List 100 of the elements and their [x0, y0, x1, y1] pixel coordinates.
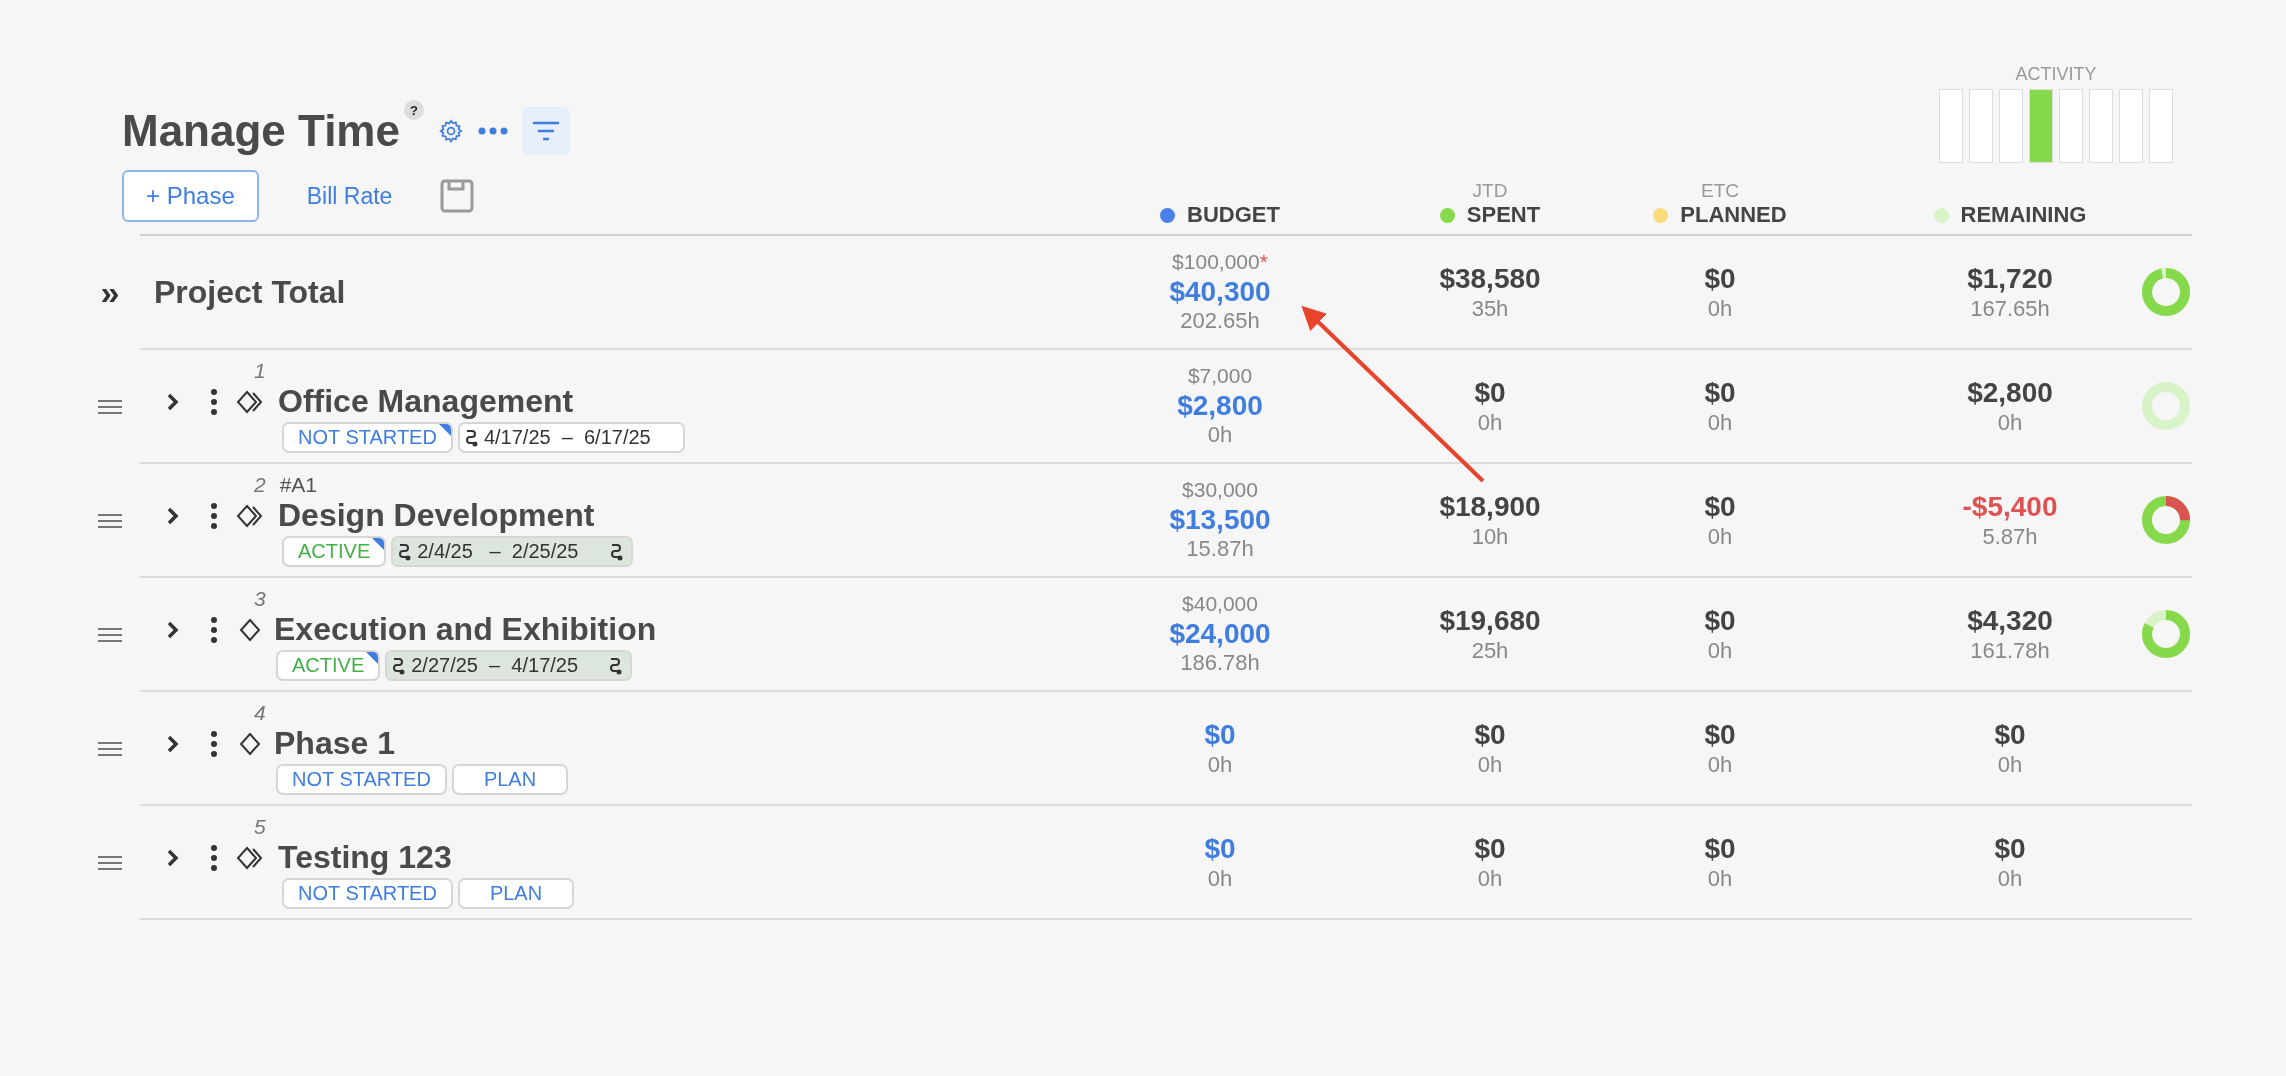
save-icon[interactable]: [440, 179, 475, 213]
date-range-badge[interactable]: 2/4/25 – 2/25/25: [391, 536, 633, 567]
drag-handle-icon[interactable]: [98, 855, 122, 871]
plan-badge[interactable]: PLAN: [457, 878, 575, 909]
diamond-icon: [239, 617, 261, 642]
column-sublabel: JTD: [1472, 180, 1508, 202]
status-badge[interactable]: ACTIVE: [282, 536, 387, 567]
amount: $4,320: [1967, 604, 2053, 638]
hours: 0h: [1997, 751, 2023, 778]
phase-number: 2: [254, 473, 266, 497]
budget-cap: $30,000: [1182, 477, 1258, 503]
expand-all-toggle[interactable]: »: [100, 272, 120, 312]
help-badge[interactable]: ?: [403, 100, 424, 120]
page-title: Manage Time: [122, 106, 400, 156]
diamond-icon: [239, 731, 261, 756]
amount: $0: [1474, 376, 1506, 410]
amount[interactable]: $0: [1204, 832, 1236, 866]
hours: 0h: [1477, 409, 1503, 436]
drag-handle-icon[interactable]: [98, 513, 122, 529]
chevron-right-icon[interactable]: [166, 505, 180, 526]
hours: 202.65h: [1180, 308, 1260, 335]
budget-cap: $7,000: [1187, 363, 1253, 389]
column-header: SPENT: [1466, 202, 1541, 228]
route-icon: [608, 655, 623, 676]
phase-number: 1: [254, 359, 266, 383]
amount[interactable]: $2,800: [1177, 388, 1263, 423]
hours: 167.65h: [1970, 295, 2050, 322]
amount: $0: [1704, 376, 1736, 410]
status-badge[interactable]: NOT STARTED: [276, 764, 447, 795]
bill-rate-link[interactable]: Bill Rate: [306, 182, 393, 210]
column-sublabel: ETC: [1701, 180, 1739, 202]
hours: 5.87h: [1982, 523, 2038, 550]
route-icon: [608, 541, 623, 562]
phase-name[interactable]: Execution and Exhibition: [274, 611, 1100, 648]
project-total-label: Project Total: [153, 273, 347, 311]
chevron-right-icon[interactable]: [166, 733, 180, 754]
amount: $38,580: [1439, 262, 1541, 296]
phase-code: #A1: [279, 473, 318, 497]
filter-icon: [531, 120, 560, 142]
amount: -$5,400: [1962, 490, 2058, 524]
hours: 0h: [1707, 865, 1733, 892]
date-range-badge[interactable]: 2/27/25 – 4/17/25: [385, 650, 633, 681]
route-icon: [391, 655, 406, 676]
filter-button[interactable]: [521, 107, 570, 155]
phase-name[interactable]: Testing 123: [274, 839, 1100, 876]
hours: 15.87h: [1186, 536, 1254, 563]
date-range-badge[interactable]: 4/17/25 – 6/17/25: [457, 422, 685, 453]
amount: $0: [1704, 832, 1736, 866]
drag-handle-icon[interactable]: [98, 741, 122, 757]
amount: $2,800: [1967, 376, 2053, 410]
kebab-menu-icon[interactable]: [210, 843, 218, 872]
hours: 161.78h: [1970, 637, 2050, 664]
amount: $0: [1704, 718, 1736, 752]
more-icon[interactable]: [477, 127, 508, 135]
activity-label: ACTIVITY: [2015, 64, 2097, 85]
chevron-right-icon[interactable]: [166, 847, 180, 868]
kebab-menu-icon[interactable]: [210, 387, 218, 416]
hours: 0h: [1707, 409, 1733, 436]
status-badge[interactable]: NOT STARTED: [282, 878, 453, 909]
phase-number: 3: [254, 587, 266, 611]
amount[interactable]: $13,500: [1169, 502, 1271, 537]
hours: 35h: [1471, 295, 1509, 322]
hours: 0h: [1997, 865, 2023, 892]
drag-handle-icon[interactable]: [98, 399, 122, 415]
plan-badge[interactable]: PLAN: [451, 764, 569, 795]
hours: 0h: [1207, 865, 1233, 892]
add-phase-button[interactable]: + Phase: [122, 170, 259, 222]
hours: 10h: [1471, 523, 1509, 550]
phase-number: 4: [254, 701, 266, 725]
hours: 0h: [1707, 751, 1733, 778]
budget-cap: $40,000: [1182, 591, 1258, 617]
kebab-menu-icon[interactable]: [210, 729, 218, 758]
hours: 0h: [1707, 523, 1733, 550]
diamond-icon: [236, 389, 264, 414]
kebab-menu-icon[interactable]: [210, 615, 218, 644]
status-badge[interactable]: ACTIVE: [276, 650, 381, 681]
phase-name[interactable]: Office Management: [274, 383, 1100, 420]
hours: 25h: [1471, 637, 1509, 664]
amount[interactable]: $24,000: [1169, 616, 1271, 651]
phase-name[interactable]: Phase 1: [274, 725, 1100, 762]
phase-name[interactable]: Design Development: [274, 497, 1100, 534]
column-header: BUDGET: [1187, 202, 1280, 228]
amount: $0: [1704, 262, 1736, 296]
amount[interactable]: $40,300: [1169, 274, 1271, 309]
amount: $1,720: [1967, 262, 2053, 296]
chevron-right-icon[interactable]: [166, 391, 180, 412]
chevron-right-icon[interactable]: [166, 619, 180, 640]
amount: $0: [1704, 490, 1736, 524]
kebab-menu-icon[interactable]: [210, 501, 218, 530]
column-header: PLANNED: [1680, 202, 1787, 228]
amount: $0: [1474, 718, 1506, 752]
hours: 0h: [1997, 409, 2023, 436]
hours: 0h: [1707, 295, 1733, 322]
amount: $0: [1474, 832, 1506, 866]
amount: $19,680: [1439, 604, 1541, 638]
budget-cap: $100,000*: [1172, 249, 1268, 275]
settings-icon[interactable]: [437, 118, 464, 144]
drag-handle-icon[interactable]: [98, 627, 122, 643]
status-badge[interactable]: NOT STARTED: [282, 422, 453, 453]
amount[interactable]: $0: [1204, 718, 1236, 752]
